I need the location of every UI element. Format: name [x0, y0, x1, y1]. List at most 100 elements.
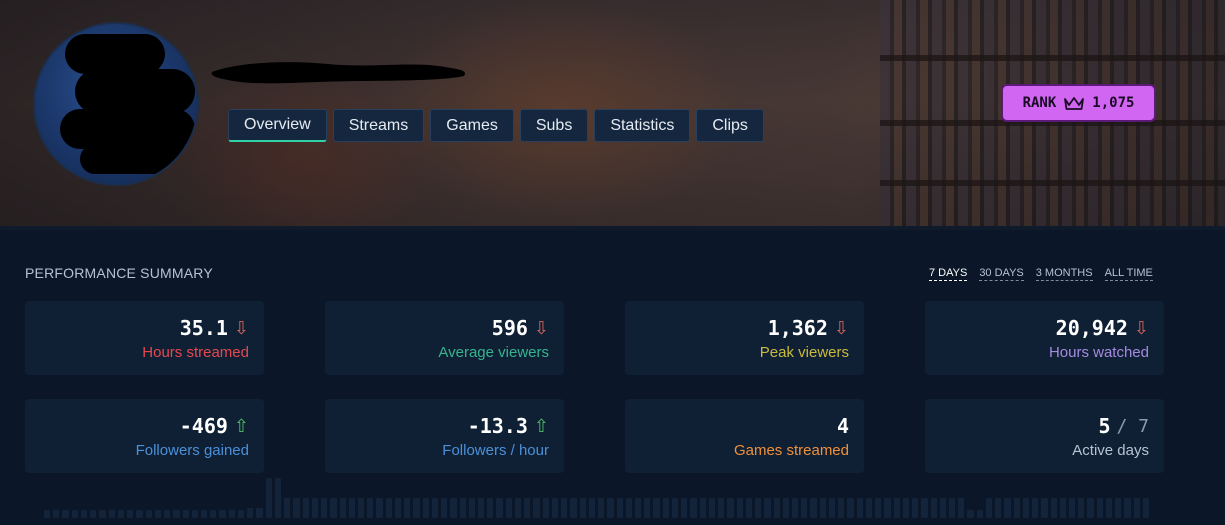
activity-bar [533, 498, 540, 518]
activity-bar [200, 510, 208, 518]
tab-clips[interactable]: Clips [696, 109, 764, 142]
trend-up-icon: ⇧ [533, 416, 549, 436]
activity-bar [505, 498, 512, 518]
activity-bar [671, 498, 679, 518]
activity-bar [653, 498, 660, 518]
activity-bar [607, 498, 614, 518]
stat-label: Active days [1072, 442, 1149, 459]
activity-bar [524, 498, 531, 518]
activity-bar [117, 510, 125, 518]
activity-bar [53, 510, 60, 518]
section-title: PERFORMANCE SUMMARY [25, 265, 213, 281]
range-3-months[interactable]: 3 MONTHS [1035, 267, 1093, 281]
activity-bar [468, 498, 476, 518]
activity-bar [164, 510, 171, 518]
activity-bar [367, 498, 374, 518]
activity-bar [247, 508, 254, 518]
activity-bar [154, 510, 162, 518]
rank-value: 1,075 [1092, 95, 1135, 111]
crown-icon [1064, 97, 1085, 110]
tab-statistics[interactable]: Statistics [594, 109, 691, 142]
activity-bar [348, 498, 355, 518]
stat-value: -469 [179, 414, 228, 438]
activity-bar [182, 510, 189, 518]
activity-bar [847, 498, 854, 518]
activity-bar [681, 498, 688, 518]
avatar[interactable] [33, 22, 199, 186]
activity-bar [1124, 498, 1131, 518]
activity-bar [284, 498, 291, 518]
activity-bar [1142, 498, 1150, 518]
activity-bar [339, 498, 346, 518]
activity-bar [459, 498, 466, 518]
activity-bar [865, 498, 873, 518]
tab-subs[interactable]: Subs [519, 109, 589, 142]
stat-card-active-days: 5 / 7 Active days [925, 399, 1164, 473]
activity-bar [1041, 498, 1048, 518]
activity-bar [1050, 498, 1057, 518]
stat-value: 20,942 [1055, 316, 1128, 340]
rank-badge[interactable]: RANK 1,075 [1001, 84, 1156, 122]
activity-bar [127, 510, 134, 518]
activity-bar [995, 498, 1002, 518]
activity-bar [967, 510, 974, 518]
redaction-mark [75, 69, 195, 114]
activity-bar [1078, 498, 1085, 518]
trend-up-icon: ⇧ [233, 416, 249, 436]
activity-bar [256, 508, 263, 518]
activity-bar [875, 498, 882, 518]
activity-bar [1069, 498, 1076, 518]
activity-bar [80, 510, 88, 518]
tab-games[interactable]: Games [430, 109, 514, 142]
activity-bar [1133, 498, 1140, 518]
activity-bar [311, 498, 319, 518]
redaction-mark [60, 109, 195, 149]
activity-bar [579, 498, 586, 518]
range-all-time[interactable]: ALL TIME [1104, 267, 1153, 281]
activity-bar [441, 498, 448, 518]
tab-streams[interactable]: Streams [332, 109, 425, 142]
range-30-days[interactable]: 30 DAYS [979, 267, 1024, 281]
stat-value: 596 [491, 316, 528, 340]
banner-divider [0, 226, 1225, 230]
stat-card-hours-watched: 20,942 ⇩ Hours watched [925, 301, 1164, 375]
stat-value: 35.1 [179, 316, 228, 340]
activity-bar [570, 498, 577, 518]
activity-bar [930, 498, 937, 518]
activity-bar [108, 510, 115, 518]
profile-tabs: Overview Streams Games Subs Statistics C… [228, 109, 764, 142]
activity-bar [699, 498, 706, 518]
range-7-days[interactable]: 7 DAYS [929, 267, 968, 281]
stat-value: 5 [1098, 414, 1111, 438]
stat-suffix: / 7 [1116, 415, 1149, 437]
stat-label: Followers gained [135, 442, 249, 459]
redaction-mark [80, 144, 190, 174]
activity-bar [496, 498, 503, 518]
activity-bar [210, 510, 217, 518]
activity-bar [948, 498, 956, 518]
activity-bar [293, 498, 300, 518]
activity-bar [884, 498, 891, 518]
activity-bar [791, 498, 799, 518]
activity-bar [1004, 498, 1011, 518]
activity-bar [321, 498, 328, 518]
trend-down-icon: ⇩ [233, 318, 249, 338]
activity-bar [237, 510, 245, 518]
trend-down-icon: ⇩ [533, 318, 549, 338]
activity-bar-strip [44, 478, 1150, 518]
activity-bar [265, 478, 272, 518]
activity-bar [588, 498, 596, 518]
activity-bar [745, 498, 753, 518]
activity-bar [893, 498, 900, 518]
stat-value: 1,362 [767, 316, 828, 340]
activity-bar [274, 478, 282, 518]
activity-bar [431, 498, 439, 518]
trend-down-icon: ⇩ [833, 318, 849, 338]
activity-bar [912, 498, 919, 518]
activity-bar [145, 510, 152, 518]
tab-overview[interactable]: Overview [228, 109, 327, 142]
redaction-mark [65, 34, 165, 74]
stat-card-hours-streamed: 35.1 ⇩ Hours streamed [25, 301, 264, 375]
activity-bar [542, 498, 549, 518]
activity-bar [801, 498, 808, 518]
